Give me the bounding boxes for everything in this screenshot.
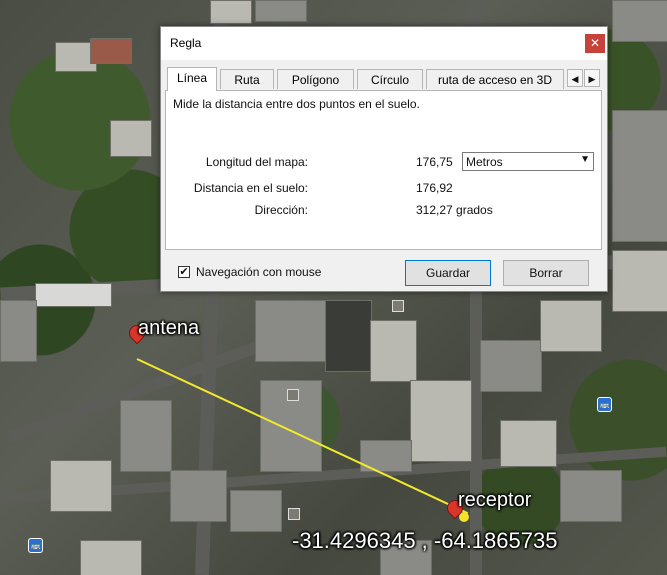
unit-select-value: Metros: [466, 155, 503, 169]
bus-stop-glyph: 🚌: [30, 541, 41, 550]
chevron-left-icon: ◀: [571, 74, 579, 84]
close-icon: ✕: [589, 36, 601, 50]
map-building: [230, 490, 282, 532]
bus-stop-glyph: 🚌: [599, 400, 610, 409]
map-length-value: 176,75: [416, 155, 453, 169]
placemark-label-receptor[interactable]: receptor: [458, 489, 531, 512]
map-building: [170, 470, 227, 522]
checkmark-icon: ✔: [179, 266, 189, 278]
map-building: [0, 300, 37, 362]
tab-bar: Línea Ruta Polígono Círculo ruta de acce…: [165, 67, 605, 91]
coordinates-readout: -31.4296345 , -64.1865735: [292, 528, 558, 553]
map-building: [120, 400, 172, 472]
poi-marker-icon[interactable]: [392, 300, 404, 312]
ground-distance-label: Distancia en el suelo:: [193, 181, 308, 195]
direction-value: 312,27 grados: [416, 203, 493, 217]
tab-linea[interactable]: Línea: [167, 67, 217, 91]
bus-stop-icon[interactable]: 🚌: [597, 397, 612, 412]
tab-label: Línea: [176, 71, 208, 85]
direction-label: Dirección:: [254, 203, 308, 217]
tab-panel-linea: Mide la distancia entre dos puntos en el…: [165, 90, 602, 250]
map-building: [500, 420, 557, 467]
tab-ruta-acceso-3d[interactable]: ruta de acceso en 3D: [426, 69, 564, 89]
map-building: [612, 0, 667, 42]
map-building: [110, 120, 152, 157]
dialog-title: Regla: [170, 36, 202, 50]
tab-poligono[interactable]: Polígono: [277, 69, 354, 89]
map-length-label: Longitud del mapa:: [205, 155, 308, 169]
map-building: [325, 300, 372, 372]
tab-scroll-right-button[interactable]: ▶: [584, 69, 600, 87]
map-building: [80, 540, 142, 575]
map-building: [50, 460, 112, 512]
poi-marker-icon[interactable]: [288, 508, 300, 520]
map-building: [255, 300, 327, 362]
ruler-dialog: Regla ✕ Línea Ruta Polígono Círculo ruta…: [160, 26, 608, 292]
map-building: [612, 250, 667, 312]
chevron-down-icon: ▼: [580, 154, 590, 165]
tab-scroll-left-button[interactable]: ◀: [567, 69, 583, 87]
poi-marker-icon[interactable]: [287, 389, 299, 401]
map-building: [210, 0, 252, 24]
map-building: [480, 340, 542, 392]
save-button-label: Guardar: [425, 266, 471, 280]
tab-label: Polígono: [291, 73, 340, 87]
map-building: [255, 0, 307, 22]
tab-label: Ruta: [234, 73, 260, 87]
map-building: [410, 380, 472, 462]
map-building: [370, 320, 417, 382]
mouse-navigation-checkbox[interactable]: ✔: [178, 266, 190, 278]
bus-stop-icon[interactable]: 🚌: [28, 538, 43, 553]
clear-button[interactable]: Borrar: [503, 260, 589, 286]
panel-description: Mide la distancia entre dos puntos en el…: [173, 97, 420, 111]
mouse-navigation-label[interactable]: Navegación con mouse: [196, 265, 321, 279]
map-building: [35, 283, 112, 307]
dialog-titlebar[interactable]: Regla ✕: [161, 27, 607, 60]
clear-button-label: Borrar: [529, 266, 563, 280]
close-button[interactable]: ✕: [585, 34, 605, 53]
dialog-footer: ✔ Navegación con mouse Guardar Borrar: [161, 253, 607, 291]
tab-ruta[interactable]: Ruta: [220, 69, 274, 89]
map-building: [90, 38, 132, 64]
map-building: [560, 470, 622, 522]
unit-select[interactable]: Metros ▼: [462, 152, 594, 171]
ground-distance-value: 176,92: [416, 181, 453, 195]
tab-label: Círculo: [370, 73, 409, 87]
placemark-label-antena[interactable]: antena: [138, 317, 199, 340]
save-button[interactable]: Guardar: [405, 260, 491, 286]
map-building: [540, 300, 602, 352]
tab-circulo[interactable]: Círculo: [357, 69, 423, 89]
tab-label: ruta de acceso en 3D: [437, 73, 553, 87]
chevron-right-icon: ▶: [588, 74, 596, 84]
map-building: [612, 110, 667, 242]
